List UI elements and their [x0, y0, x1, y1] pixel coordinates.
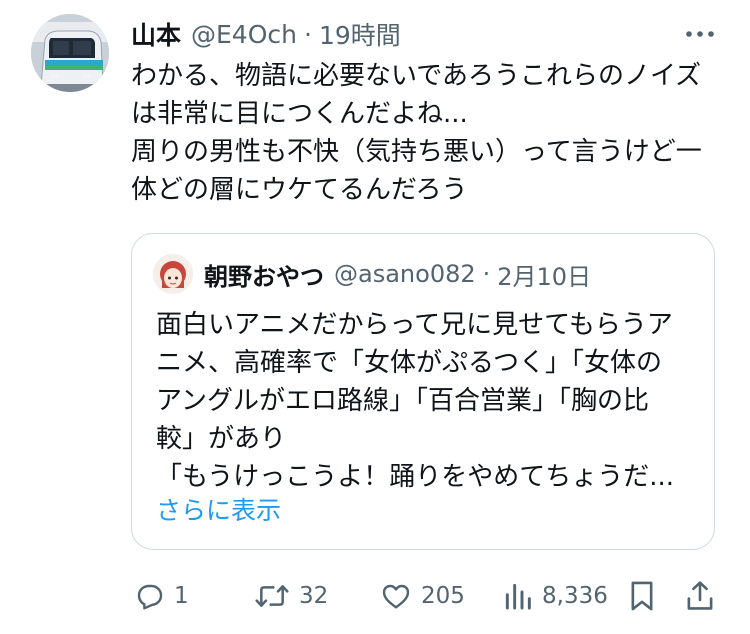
- repost-icon: [255, 585, 289, 607]
- train-image: [31, 14, 109, 92]
- share-icon: [687, 581, 713, 610]
- views-button[interactable]: 8,336: [503, 574, 608, 618]
- repost-button[interactable]: 32: [254, 574, 328, 618]
- quote-text-line: 「もうけっこうよ！踊りをやめてちょうだ...: [156, 462, 675, 492]
- show-more-link[interactable]: さらに表示: [156, 492, 281, 530]
- quote-author-name[interactable]: 朝野おやつ: [204, 257, 324, 292]
- reply-button[interactable]: 1: [133, 574, 189, 618]
- separator-dot: ·: [304, 19, 312, 49]
- quote-header: 朝野おやつ @asano082 · 2月10日: [204, 256, 591, 292]
- more-options-button[interactable]: [683, 20, 717, 48]
- quote-text-line: アングルがエロ路線」「百合営業」「胸の比: [156, 386, 649, 416]
- action-bar: 1 32 205 8,336: [0, 574, 750, 618]
- separator-dot: ·: [482, 260, 491, 288]
- views-count: 8,336: [542, 583, 608, 609]
- post-text-line: は非常に目につくんだよね...: [131, 99, 468, 129]
- heart-icon: [382, 584, 410, 609]
- post-text-line: わかる、物語に必要ないであろうこれらのノイズ: [131, 61, 702, 91]
- quote-text-line: 較」があり: [156, 424, 287, 454]
- avatar[interactable]: [31, 14, 109, 92]
- bookmark-button[interactable]: [627, 574, 657, 618]
- quote-time: 2月10日: [497, 262, 592, 291]
- post-time[interactable]: 19時間: [319, 16, 401, 52]
- quote-text: 面白いアニメだからって兄に見せてもらうア ニメ、高確率で「女体がぷるつく」「女体…: [156, 306, 701, 496]
- like-count: 205: [421, 583, 465, 609]
- bookmark-icon: [631, 581, 653, 611]
- repost-count: 32: [299, 583, 329, 609]
- author-name[interactable]: 山本: [131, 16, 181, 52]
- author-handle[interactable]: @E4Och: [191, 20, 297, 49]
- like-button[interactable]: 205: [380, 574, 465, 618]
- ellipsis-icon: [686, 31, 714, 37]
- quote-avatar[interactable]: [153, 254, 193, 294]
- post-text-line: 周りの男性も不快（気持ち悪い）って言うけど一: [131, 137, 702, 167]
- share-button[interactable]: [684, 574, 716, 618]
- quoted-post[interactable]: 朝野おやつ @asano082 · 2月10日 面白いアニメだからって兄に見せて…: [131, 233, 715, 550]
- reply-icon: [137, 584, 163, 610]
- illustrated-avatar-image: [153, 254, 193, 294]
- quote-author-handle[interactable]: @asano082: [334, 260, 476, 288]
- post-text-line: 体どの層にウケてるんだろう: [131, 175, 468, 205]
- reply-count: 1: [174, 583, 189, 609]
- quote-text-line: ニメ、高確率で「女体がぷるつく」「女体の: [156, 348, 662, 378]
- post-text: わかる、物語に必要ないであろうこれらのノイズ は非常に目につくんだよね... 周…: [131, 57, 731, 209]
- views-icon: [505, 583, 531, 610]
- post-header: 山本 @E4Och · 19時間: [131, 16, 401, 52]
- quote-text-line: 面白いアニメだからって兄に見せてもらうア: [156, 310, 673, 340]
